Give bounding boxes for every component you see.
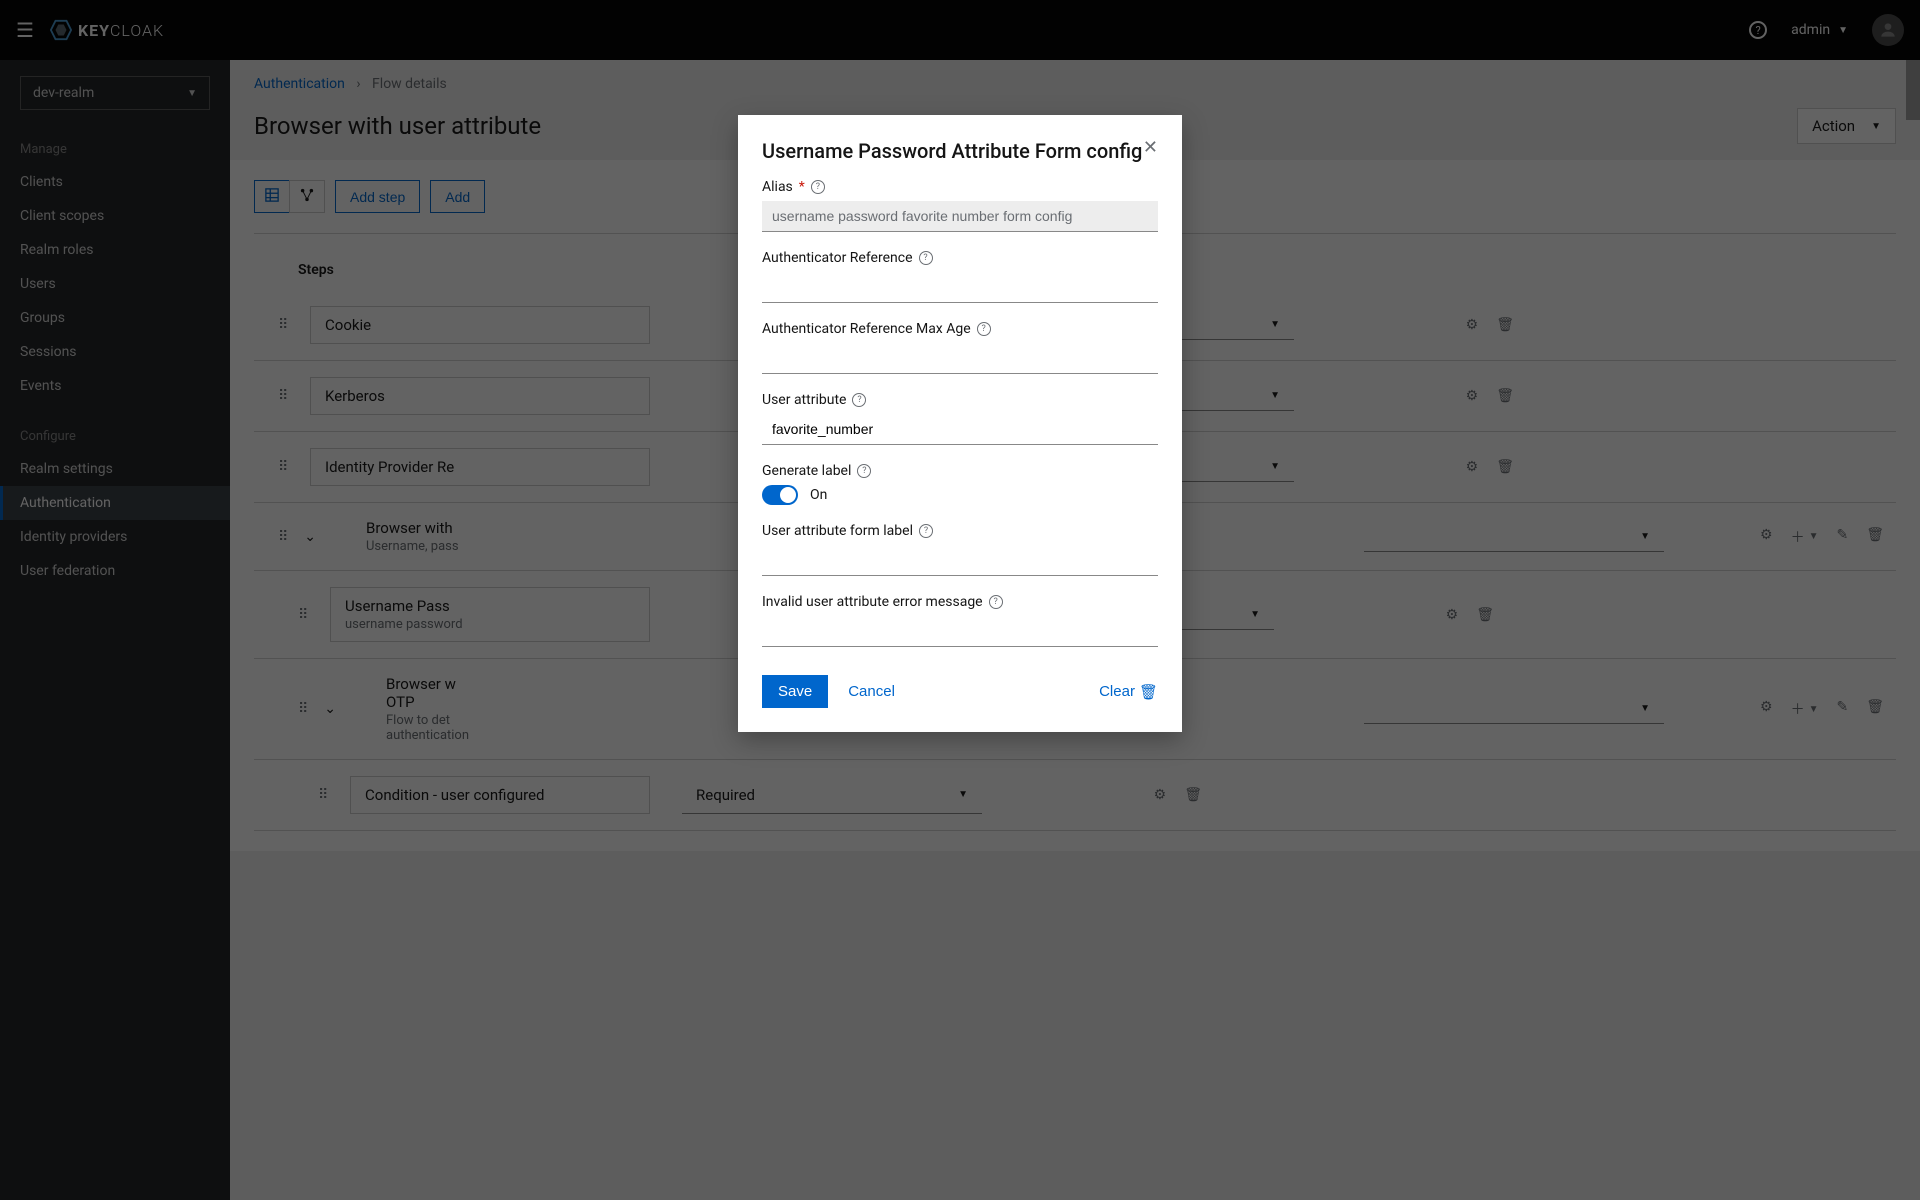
switch-state-label: On <box>810 487 827 503</box>
form-label-label: User attribute form label ? <box>762 523 1158 539</box>
auth-ref-max-age-label: Authenticator Reference Max Age ? <box>762 321 1158 337</box>
user-attribute-input[interactable] <box>762 414 1158 445</box>
auth-ref-label: Authenticator Reference ? <box>762 250 1158 266</box>
generate-label-switch[interactable] <box>762 485 798 505</box>
alias-input[interactable] <box>762 201 1158 232</box>
save-button[interactable]: Save <box>762 675 828 708</box>
form-label-input[interactable] <box>762 545 1158 576</box>
auth-ref-max-age-input[interactable] <box>762 343 1158 374</box>
auth-ref-input[interactable] <box>762 272 1158 303</box>
user-attribute-label: User attribute ? <box>762 392 1158 408</box>
generate-label-label: Generate label ? <box>762 463 1158 479</box>
config-modal: Username Password Attribute Form config … <box>738 115 1182 732</box>
help-icon[interactable]: ? <box>852 393 866 407</box>
alias-label: Alias * ? <box>762 179 1158 195</box>
cancel-button[interactable]: Cancel <box>848 683 895 700</box>
help-icon[interactable]: ? <box>989 595 1003 609</box>
help-icon[interactable]: ? <box>977 322 991 336</box>
help-icon[interactable]: ? <box>811 180 825 194</box>
help-icon[interactable]: ? <box>919 251 933 265</box>
help-icon[interactable]: ? <box>919 524 933 538</box>
clear-button[interactable]: Clear 🗑 <box>1099 683 1158 701</box>
help-icon[interactable]: ? <box>857 464 871 478</box>
error-msg-input[interactable] <box>762 616 1158 647</box>
modal-title: Username Password Attribute Form config <box>762 139 1142 163</box>
error-msg-label: Invalid user attribute error message ? <box>762 594 1158 610</box>
close-icon[interactable]: ✕ <box>1143 139 1158 157</box>
trash-icon: 🗑 <box>1139 683 1158 701</box>
